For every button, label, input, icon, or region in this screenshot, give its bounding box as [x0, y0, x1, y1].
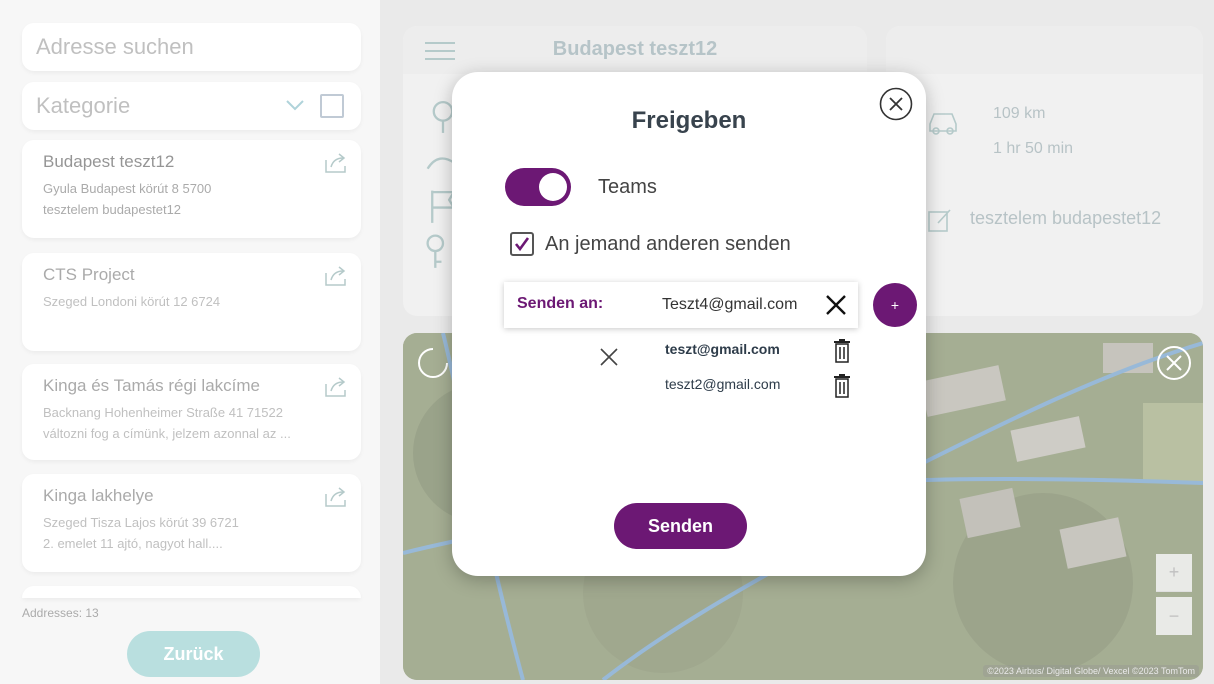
teams-label: Teams	[598, 176, 657, 198]
send-to-other-checkbox[interactable]	[510, 232, 534, 256]
toggle-knob	[539, 173, 567, 201]
trash-icon[interactable]	[833, 339, 851, 363]
send-to-label: Senden an:	[517, 295, 604, 312]
dialog-title: Freigeben	[631, 107, 747, 134]
teams-toggle[interactable]	[505, 168, 571, 206]
recipient-email: teszt2@gmail.com	[665, 376, 781, 392]
close-icon[interactable]	[879, 87, 913, 121]
recipient-email-input[interactable]	[662, 290, 817, 320]
clear-input-icon[interactable]	[824, 293, 848, 317]
trash-icon[interactable]	[833, 374, 851, 398]
add-recipient-button[interactable]: +	[873, 283, 917, 327]
send-to-other-label: An jemand anderen senden	[545, 233, 791, 255]
remove-recipients-icon[interactable]	[598, 346, 620, 368]
recipient-input-row: Senden an:	[504, 282, 858, 328]
checkmark-icon	[514, 237, 530, 252]
recipient-email: teszt@gmail.com	[665, 341, 780, 357]
send-button[interactable]: Senden	[614, 503, 747, 549]
share-dialog: Freigeben Teams An jemand anderen senden…	[452, 72, 926, 576]
